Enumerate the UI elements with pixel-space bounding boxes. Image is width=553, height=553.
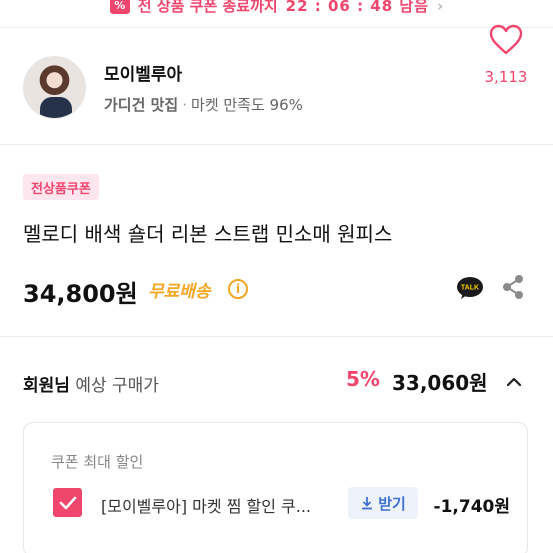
coupon-download-button[interactable]: 받기 bbox=[348, 487, 418, 519]
store-tagline: 가디건 맛집 · 마켓 만족도 96% bbox=[104, 94, 303, 115]
coupon-checkbox[interactable] bbox=[53, 488, 82, 517]
section-divider bbox=[0, 336, 553, 344]
member-discount-rate: 5% bbox=[346, 367, 380, 391]
countdown-timer: 22 : 06 : 48 남음 bbox=[285, 0, 430, 15]
section-divider bbox=[0, 144, 553, 152]
store-avatar[interactable] bbox=[23, 56, 86, 119]
product-price: 34,800원 bbox=[23, 280, 138, 308]
coupon-chip: 전상품쿠폰 bbox=[23, 174, 99, 200]
free-shipping-label: 무료배송 bbox=[148, 282, 211, 302]
store-info[interactable]: 모이벨루아 가디건 맛집 · 마켓 만족도 96% bbox=[0, 28, 553, 145]
member-price-label: 회원님 예상 구매가 bbox=[23, 371, 159, 396]
banner-text: 전 상품 쿠폰 종료까지 bbox=[137, 0, 278, 15]
coupon-ticket-icon: % bbox=[109, 0, 130, 14]
checkmark-icon bbox=[59, 496, 76, 509]
coupon-discount-amount: -1,740원 bbox=[433, 497, 510, 517]
store-name[interactable]: 모이벨루아 bbox=[104, 60, 182, 85]
chevron-up-icon[interactable] bbox=[504, 372, 524, 392]
chevron-right-icon: › bbox=[437, 0, 444, 15]
member-expected-price: 33,060원 bbox=[392, 371, 488, 395]
like-count: 3,113 bbox=[484, 68, 528, 86]
member-label-strong: 회원님 bbox=[23, 376, 70, 396]
coupon-name: [모이벨루아] 마켓 찜 할인 쿠... bbox=[101, 497, 312, 516]
product-title: 멜로디 배색 숄더 리본 스트랩 민소매 원피스 bbox=[23, 222, 393, 246]
talk-label: TALK bbox=[461, 285, 479, 292]
share-icon[interactable] bbox=[500, 274, 526, 300]
store-satisfaction: 마켓 만족도 96% bbox=[191, 96, 303, 114]
info-icon[interactable]: i bbox=[228, 279, 248, 299]
coupon-panel-title: 쿠폰 최대 할인 bbox=[51, 453, 144, 471]
download-label: 받기 bbox=[378, 494, 406, 513]
coupon-panel: 쿠폰 최대 할인 [모이벨루아] 마켓 찜 할인 쿠... 받기 -1,740원 bbox=[23, 422, 528, 553]
kakao-talk-icon[interactable]: TALK bbox=[456, 276, 484, 300]
member-label-rest: 예상 구매가 bbox=[75, 376, 159, 396]
heart-icon[interactable] bbox=[489, 24, 523, 56]
dot-separator: · bbox=[182, 96, 188, 114]
coupon-timer-banner[interactable]: % 전 상품 쿠폰 종료까지 22 : 06 : 48 남음 › bbox=[0, 0, 553, 19]
download-icon bbox=[362, 497, 373, 510]
store-category: 가디건 맛집 bbox=[104, 96, 179, 114]
